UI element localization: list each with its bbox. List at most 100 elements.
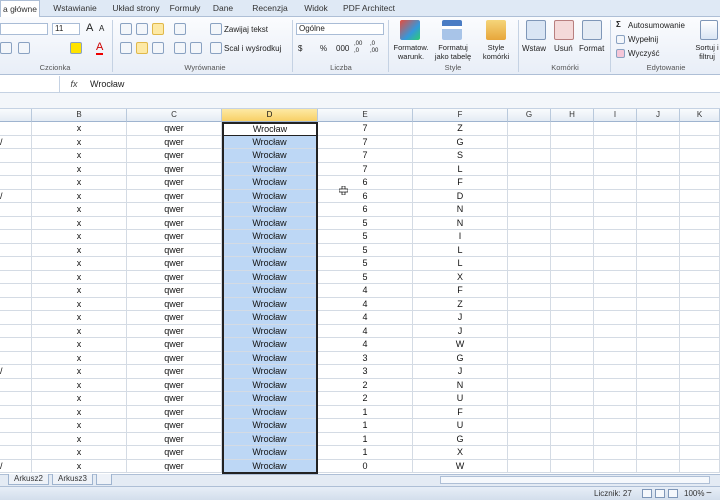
- borders-icon[interactable]: [18, 42, 30, 54]
- cell-i[interactable]: [594, 432, 637, 446]
- cell-i[interactable]: [594, 392, 637, 406]
- cell-g[interactable]: [508, 351, 551, 365]
- cell-f[interactable]: L: [413, 243, 508, 257]
- cell-f[interactable]: U: [413, 419, 508, 433]
- cell-g[interactable]: [508, 446, 551, 460]
- cell-j[interactable]: [637, 162, 680, 176]
- zoom-out-icon[interactable]: −: [706, 488, 712, 499]
- cell-i[interactable]: [594, 149, 637, 163]
- column-header-h[interactable]: H: [551, 109, 594, 122]
- cell-f[interactable]: F: [413, 405, 508, 419]
- cell-k[interactable]: [680, 284, 720, 298]
- cell-i[interactable]: [594, 230, 637, 244]
- fill-button[interactable]: Wypełnij: [628, 35, 658, 44]
- cell-k[interactable]: [680, 338, 720, 352]
- cell-k[interactable]: [680, 189, 720, 203]
- cell-i[interactable]: [594, 135, 637, 149]
- cell-k[interactable]: [680, 243, 720, 257]
- cell-c[interactable]: qwer: [127, 257, 222, 271]
- cell-b[interactable]: x: [32, 243, 127, 257]
- cell-e[interactable]: 7: [318, 122, 413, 136]
- cell-c[interactable]: qwer: [127, 311, 222, 325]
- cell-g[interactable]: [508, 338, 551, 352]
- cell-g[interactable]: [508, 405, 551, 419]
- tab-pdf-architect[interactable]: PDF Architect: [340, 0, 398, 17]
- cell-b[interactable]: x: [32, 149, 127, 163]
- cell-c[interactable]: qwer: [127, 189, 222, 203]
- normal-view-icon[interactable]: [642, 489, 652, 498]
- cell-j[interactable]: [637, 432, 680, 446]
- cell-k[interactable]: [680, 257, 720, 271]
- cell-styles-icon[interactable]: [486, 20, 506, 40]
- cell-f[interactable]: J: [413, 365, 508, 379]
- cell-f[interactable]: N: [413, 216, 508, 230]
- cell-a[interactable]: /: [0, 459, 32, 473]
- cell-e[interactable]: 5: [318, 230, 413, 244]
- tab-home[interactable]: a główne: [0, 0, 40, 18]
- cell-f[interactable]: W: [413, 338, 508, 352]
- cell-j[interactable]: [637, 378, 680, 392]
- cell-c[interactable]: qwer: [127, 365, 222, 379]
- cell-a[interactable]: [0, 203, 32, 217]
- cell-i[interactable]: [594, 189, 637, 203]
- cell-e[interactable]: 1: [318, 446, 413, 460]
- cell-g[interactable]: [508, 122, 551, 136]
- cell-b[interactable]: x: [32, 270, 127, 284]
- cell-e[interactable]: 6: [318, 203, 413, 217]
- cell-d[interactable]: Wrocław: [222, 135, 318, 149]
- column-header-j[interactable]: J: [637, 109, 680, 122]
- cell-b[interactable]: x: [32, 446, 127, 460]
- cell-e[interactable]: 2: [318, 392, 413, 406]
- font-shrink-button[interactable]: A: [99, 24, 104, 33]
- cell-j[interactable]: [637, 311, 680, 325]
- cell-k[interactable]: [680, 230, 720, 244]
- cell-f[interactable]: Z: [413, 297, 508, 311]
- cell-c[interactable]: qwer: [127, 419, 222, 433]
- cell-f[interactable]: S: [413, 149, 508, 163]
- cell-c[interactable]: qwer: [127, 392, 222, 406]
- cell-j[interactable]: [637, 270, 680, 284]
- cell-g[interactable]: [508, 189, 551, 203]
- sort-filter-button[interactable]: Sortuj i filtruj: [694, 43, 720, 61]
- cell-c[interactable]: qwer: [127, 176, 222, 190]
- cell-h[interactable]: [551, 378, 594, 392]
- cell-a[interactable]: [0, 257, 32, 271]
- cell-k[interactable]: [680, 378, 720, 392]
- cell-h[interactable]: [551, 230, 594, 244]
- cell-d[interactable]: Wrocław: [222, 216, 318, 230]
- cell-e[interactable]: 5: [318, 257, 413, 271]
- name-box[interactable]: [0, 76, 60, 92]
- cell-j[interactable]: [637, 257, 680, 271]
- cell-g[interactable]: [508, 297, 551, 311]
- cell-g[interactable]: [508, 216, 551, 230]
- cell-k[interactable]: [680, 149, 720, 163]
- sheet-tab-arkusz3[interactable]: Arkusz3: [52, 474, 93, 485]
- tab-formulas[interactable]: Formuły: [166, 0, 204, 17]
- cell-d[interactable]: Wrocław: [222, 419, 318, 433]
- cell-b[interactable]: x: [32, 135, 127, 149]
- cell-d[interactable]: Wrocław: [222, 365, 318, 379]
- thousands-button[interactable]: 000: [336, 44, 349, 53]
- cell-h[interactable]: [551, 311, 594, 325]
- cell-e[interactable]: 4: [318, 311, 413, 325]
- cell-h[interactable]: [551, 324, 594, 338]
- cell-d[interactable]: Wrocław: [222, 149, 318, 163]
- cell-c[interactable]: qwer: [127, 378, 222, 392]
- cell-k[interactable]: [680, 203, 720, 217]
- format-as-table-icon[interactable]: [442, 20, 462, 40]
- cell-g[interactable]: [508, 419, 551, 433]
- cell-g[interactable]: [508, 230, 551, 244]
- cell-d[interactable]: Wrocław: [222, 351, 318, 365]
- cell-a[interactable]: /: [0, 135, 32, 149]
- cell-f[interactable]: G: [413, 135, 508, 149]
- cell-d[interactable]: Wrocław: [222, 405, 318, 419]
- cell-k[interactable]: [680, 392, 720, 406]
- cell-h[interactable]: [551, 297, 594, 311]
- cell-i[interactable]: [594, 216, 637, 230]
- font-name-combo[interactable]: [0, 23, 48, 35]
- cell-c[interactable]: qwer: [127, 122, 222, 136]
- cell-i[interactable]: [594, 176, 637, 190]
- cell-f[interactable]: X: [413, 446, 508, 460]
- cell-j[interactable]: [637, 189, 680, 203]
- cell-g[interactable]: [508, 149, 551, 163]
